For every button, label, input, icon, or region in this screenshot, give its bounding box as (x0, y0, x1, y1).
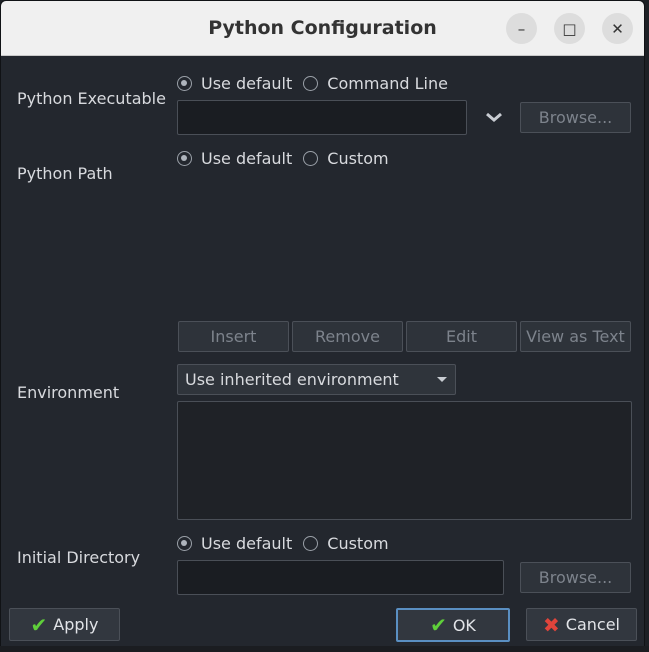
apply-button[interactable]: ✔ Apply (9, 608, 120, 641)
edit-button[interactable]: Edit (406, 321, 517, 352)
close-icon: ✕ (611, 19, 624, 38)
checkmark-icon: ✔ (30, 612, 48, 637)
initial-directory-label: Initial Directory (17, 548, 141, 567)
ok-button[interactable]: ✔ OK (396, 608, 510, 642)
environment-select[interactable]: Use inherited environment (177, 364, 456, 395)
dialog-title: Python Configuration (208, 17, 437, 39)
view-as-text-button[interactable]: View as Text (520, 321, 631, 352)
dropdown-arrow-icon (437, 377, 447, 382)
initial-directory-input[interactable] (177, 560, 504, 595)
python-configuration-dialog: Python Configuration – □ ✕ Python Execut… (0, 0, 645, 648)
python-executable-browse-button[interactable]: Browse... (520, 102, 631, 133)
checkmark-icon: ✔ (430, 613, 447, 637)
initial-directory-custom-label[interactable]: Custom (327, 534, 388, 553)
cancel-button[interactable]: ✖ Cancel (526, 608, 637, 641)
remove-button[interactable]: Remove (292, 321, 403, 352)
python-executable-command-line-radio[interactable] (303, 76, 319, 91)
insert-button[interactable]: Insert (178, 321, 289, 352)
python-path-options: Use default Custom (177, 149, 400, 168)
python-executable-input[interactable] (177, 100, 467, 135)
close-button[interactable]: ✕ (602, 13, 633, 44)
initial-directory-browse-button[interactable]: Browse... (520, 562, 631, 593)
ok-button-label: OK (452, 615, 476, 635)
initial-directory-default-label[interactable]: Use default (201, 534, 292, 553)
python-path-custom-radio[interactable] (303, 151, 319, 166)
cancel-x-icon: ✖ (543, 612, 560, 637)
python-executable-default-label[interactable]: Use default (201, 74, 292, 93)
environment-select-value: Use inherited environment (185, 370, 399, 389)
python-executable-options: Use default Command Line (177, 74, 459, 93)
python-path-label: Python Path (17, 164, 113, 183)
environment-textarea[interactable] (177, 401, 632, 520)
python-executable-command-line-label[interactable]: Command Line (327, 74, 448, 93)
python-path-custom-label[interactable]: Custom (327, 149, 388, 168)
initial-directory-default-radio[interactable] (177, 536, 192, 551)
python-executable-default-radio[interactable] (177, 76, 192, 91)
python-path-default-label[interactable]: Use default (201, 149, 292, 168)
cancel-button-label: Cancel (565, 615, 620, 634)
apply-button-label: Apply (53, 615, 99, 634)
initial-directory-custom-radio[interactable] (303, 536, 319, 551)
title-bar: Python Configuration – □ ✕ (1, 1, 644, 56)
chevron-down-icon[interactable] (485, 111, 503, 123)
maximize-button[interactable]: □ (554, 13, 585, 44)
maximize-icon: □ (562, 19, 577, 38)
background-strip (0, 646, 649, 652)
python-executable-label: Python Executable (17, 89, 166, 108)
environment-label: Environment (17, 383, 120, 402)
python-path-default-radio[interactable] (177, 151, 192, 166)
minimize-icon: – (517, 19, 526, 38)
initial-directory-options: Use default Custom (177, 534, 400, 553)
minimize-button[interactable]: – (506, 13, 537, 44)
